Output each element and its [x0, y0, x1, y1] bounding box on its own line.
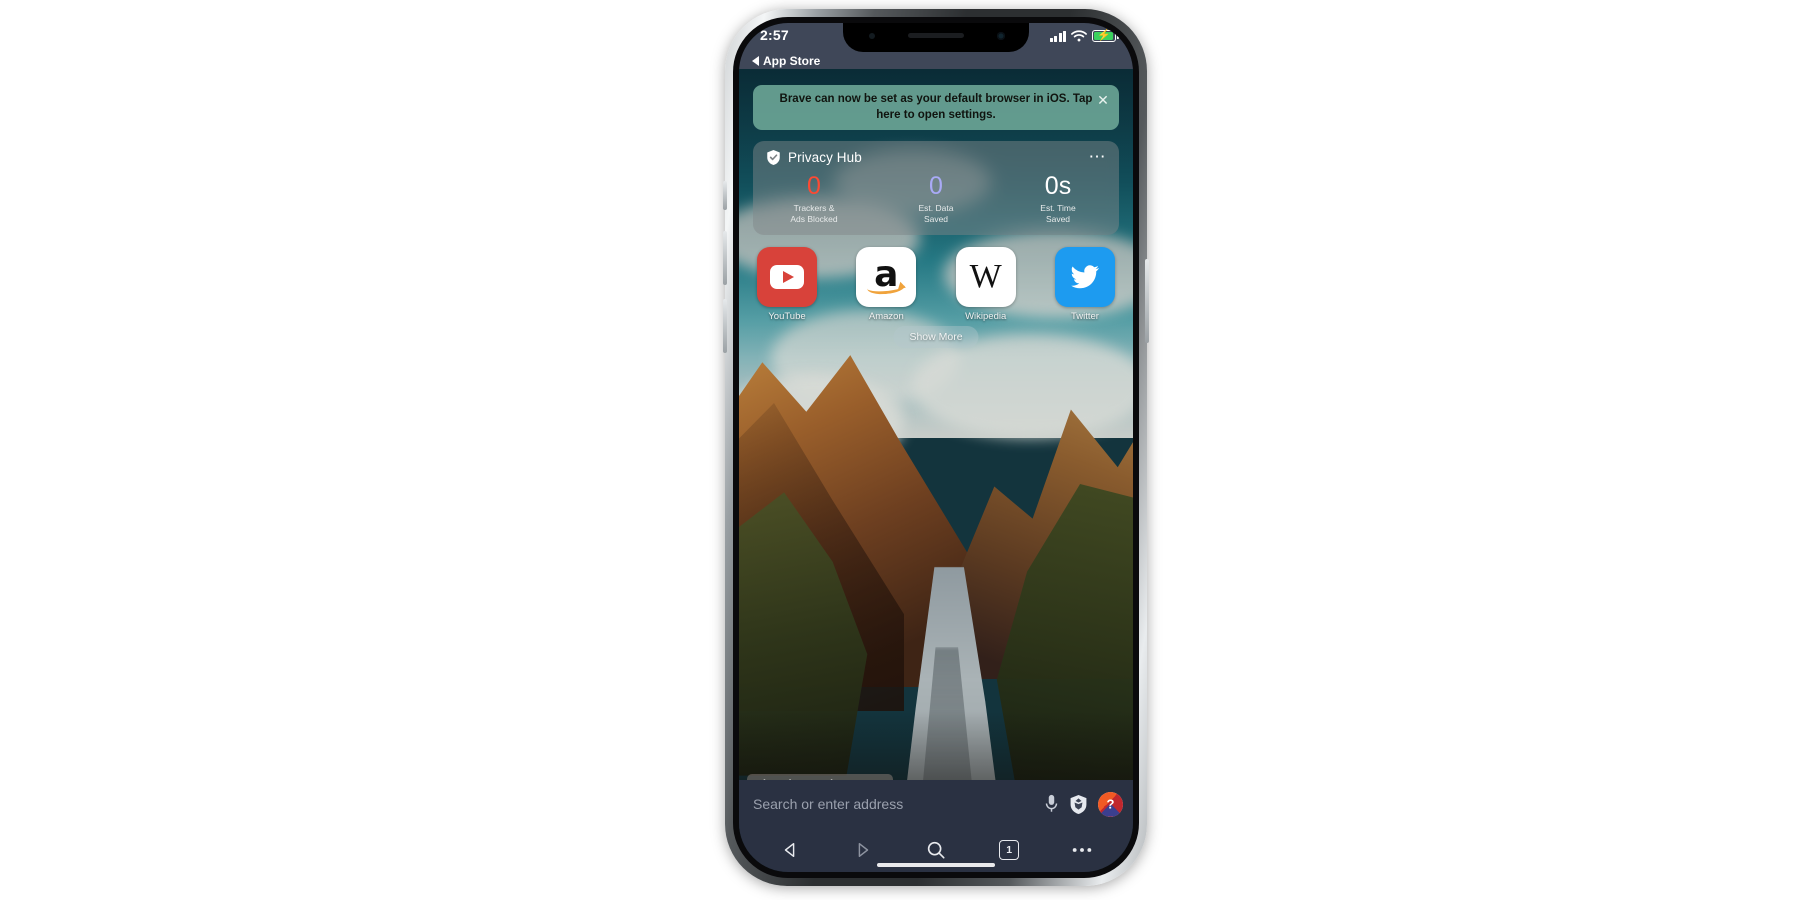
brave-profile-icon[interactable]: ? — [1098, 791, 1123, 817]
stat-label: Trackers & Ads Blocked — [753, 203, 875, 225]
search-button[interactable] — [919, 835, 953, 865]
stat-trackers-blocked: 0 Trackers & Ads Blocked — [753, 171, 875, 225]
shortcut-label: Wikipedia — [965, 311, 1007, 322]
back-app-label: App Store — [763, 54, 821, 68]
notification-message: Brave can now be set as your default bro… — [779, 93, 1093, 121]
microphone-icon[interactable] — [1044, 794, 1059, 814]
stat-label-line1: Est. Data — [918, 203, 954, 213]
default-browser-notification[interactable]: Brave can now be set as your default bro… — [753, 85, 1119, 130]
stat-value: 0 — [929, 172, 943, 200]
chevron-back-icon — [752, 56, 759, 66]
forward-button[interactable] — [846, 835, 880, 865]
privacy-hub-card[interactable]: Privacy Hub ⋯ 0 Trackers & Ads Blocked 0… — [753, 141, 1119, 235]
menu-button[interactable] — [1065, 835, 1099, 865]
phone-screen: Brave can now be set as your default bro… — [739, 23, 1133, 872]
tabs-button[interactable]: 1 — [992, 835, 1026, 865]
brave-new-tab-page: Brave can now be set as your default bro… — [739, 69, 1133, 872]
shield-check-icon — [767, 150, 780, 165]
favorites-row: YouTube a Amazon W Wikipedia Twitter — [749, 247, 1123, 322]
iphone-device-frame: Brave can now be set as your default bro… — [723, 9, 1149, 886]
privacy-hub-header: Privacy Hub — [766, 149, 862, 166]
stat-time-saved: 0s Est. Time Saved — [997, 171, 1119, 225]
device-notch — [843, 23, 1029, 52]
wifi-icon — [1071, 30, 1087, 42]
stat-label-line2: Saved — [1045, 214, 1071, 225]
stat-label: Est. Time Saved — [997, 203, 1119, 225]
volume-down-button[interactable] — [723, 299, 727, 353]
close-icon[interactable]: ✕ — [1096, 93, 1110, 107]
screenshot-canvas: Brave can now be set as your default bro… — [0, 0, 1800, 900]
back-button[interactable] — [773, 835, 807, 865]
stat-value: 0s — [1044, 172, 1072, 200]
shortcut-label: YouTube — [768, 311, 806, 322]
youtube-icon — [757, 247, 817, 307]
status-time: 2:57 — [760, 27, 789, 43]
browser-bottom-bar: Search or enter address ? 1 — [739, 780, 1133, 872]
cellular-signal-icon — [1049, 30, 1066, 42]
shortcut-wikipedia[interactable]: W Wikipedia — [948, 247, 1024, 322]
battery-charging-icon: ⚡ — [1092, 30, 1119, 42]
shortcut-twitter[interactable]: Twitter — [1047, 247, 1123, 322]
privacy-hub-stats: 0 Trackers & Ads Blocked 0 Est. Data Sav… — [753, 171, 1119, 225]
stat-label-line1: Trackers & — [793, 203, 835, 213]
show-more-button[interactable]: Show More — [893, 326, 979, 348]
shortcut-amazon[interactable]: a Amazon — [848, 247, 924, 322]
back-to-app-link[interactable]: App Store — [739, 53, 1133, 69]
search-input[interactable]: Search or enter address — [749, 796, 1034, 812]
stat-label-line2: Saved — [923, 214, 949, 225]
stat-label-line1: Est. Time — [1040, 203, 1076, 213]
proximity-sensor — [869, 33, 875, 39]
earpiece-speaker — [908, 33, 964, 38]
front-camera — [997, 32, 1005, 40]
status-indicators: ⚡ — [1049, 30, 1119, 42]
volume-up-button[interactable] — [723, 231, 727, 285]
power-button[interactable] — [1145, 259, 1149, 343]
wikipedia-icon: W — [955, 247, 1016, 307]
mute-switch[interactable] — [723, 181, 727, 210]
privacy-hub-title: Privacy Hub — [788, 150, 862, 165]
stat-data-saved: 0 Est. Data Saved — [875, 171, 997, 225]
stat-label: Est. Data Saved — [875, 203, 997, 225]
stat-label-line2: Ads Blocked — [790, 214, 838, 225]
tab-count-icon: 1 — [999, 840, 1020, 860]
stat-value: 0 — [807, 172, 821, 200]
ellipsis-icon[interactable]: ⋯ — [1089, 148, 1108, 165]
shortcut-label: Twitter — [1070, 311, 1099, 322]
device-bezel: Brave can now be set as your default bro… — [733, 17, 1139, 878]
shortcut-youtube[interactable]: YouTube — [749, 247, 825, 322]
amazon-icon: a — [856, 247, 917, 307]
shortcut-label: Amazon — [868, 311, 904, 322]
profile-badge-text: ? — [1106, 796, 1115, 812]
home-indicator[interactable] — [877, 863, 995, 867]
brave-shields-icon[interactable] — [1069, 794, 1088, 815]
twitter-icon — [1054, 247, 1115, 307]
url-row: Search or enter address ? — [739, 780, 1133, 828]
